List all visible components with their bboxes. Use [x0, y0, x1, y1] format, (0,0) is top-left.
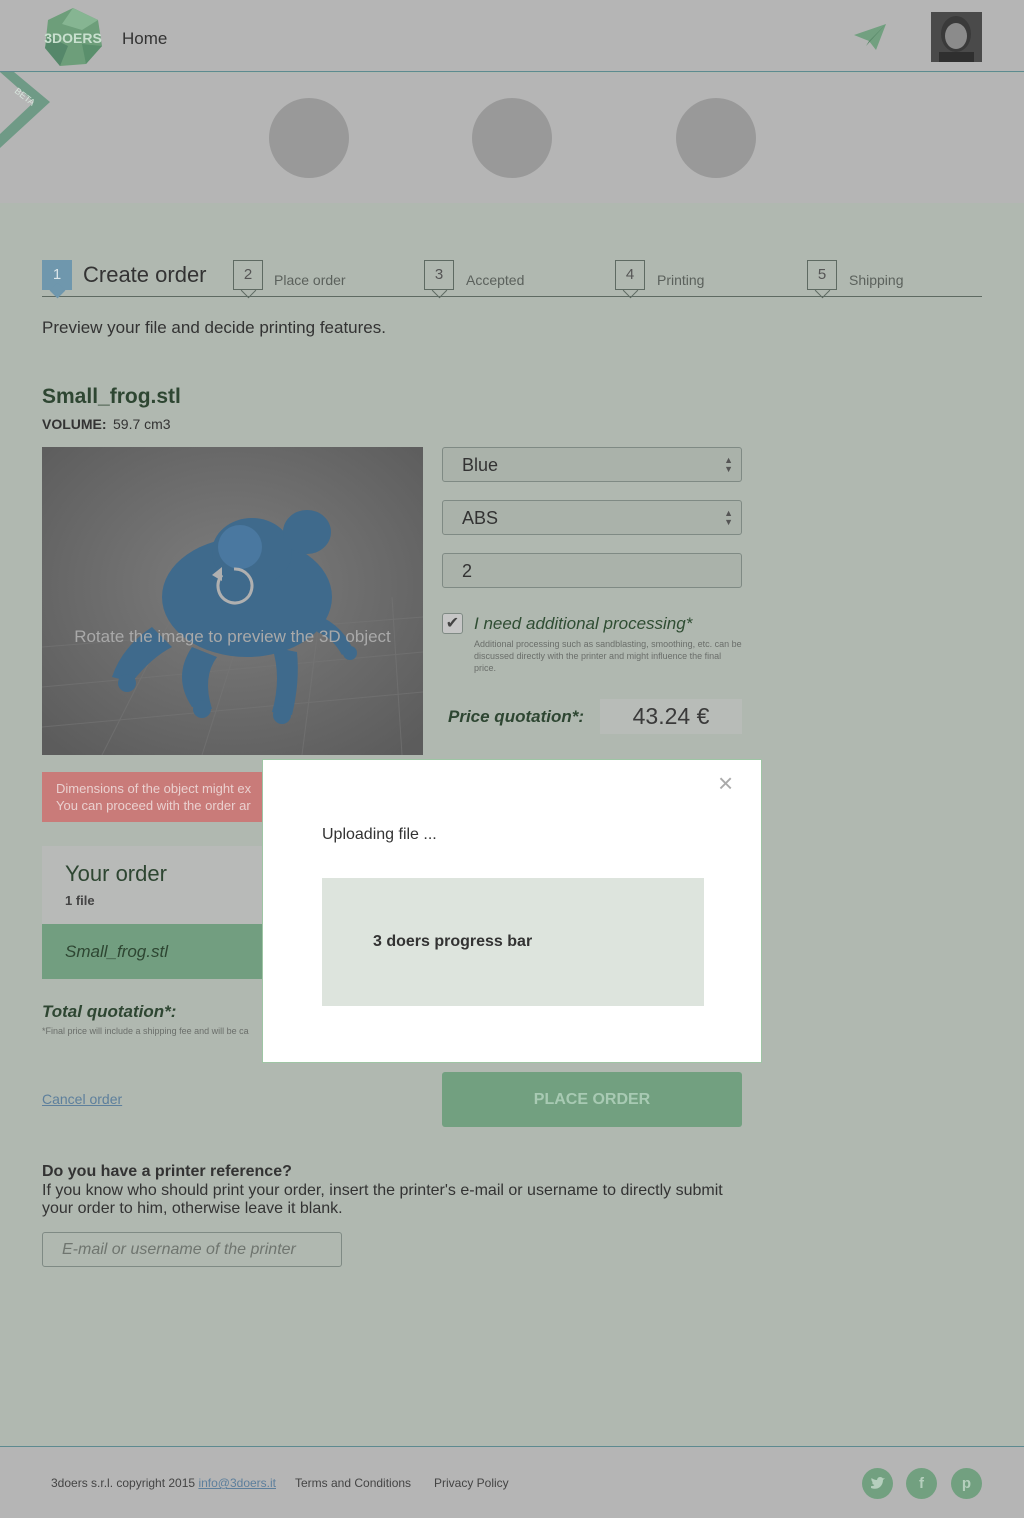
step-2-label: Place order	[274, 272, 346, 288]
close-icon[interactable]: ×	[718, 770, 733, 796]
checkmark-icon: ✔	[445, 615, 460, 632]
select-arrows-icon: ▲ ▼	[724, 508, 733, 527]
rotate-hint: Rotate the image to preview the 3D objec…	[74, 627, 391, 646]
warning-line: You can proceed with the order ar	[56, 798, 251, 813]
color-select[interactable]: Blue ▲ ▼	[442, 447, 742, 482]
order-title: Your order	[65, 861, 167, 886]
modal-title: Uploading file ...	[322, 826, 437, 843]
total-quotation-label: Total quotation*:	[42, 1002, 177, 1021]
logo[interactable]: 3DOERS	[42, 6, 104, 68]
email-link[interactable]: info@3doers.it	[198, 1476, 276, 1490]
upload-modal: × Uploading file ... 3 doers progress ba…	[262, 759, 762, 1063]
printer-reference-input[interactable]: E-mail or username of the printer	[42, 1232, 342, 1267]
step-5-label: Shipping	[849, 272, 904, 288]
select-arrows-icon: ▲ ▼	[724, 455, 733, 474]
logo-text: 3DOERS	[44, 30, 102, 46]
volume-label: VOLUME:	[42, 416, 107, 432]
step-5-number[interactable]: 5	[807, 260, 837, 290]
warning-line: Dimensions of the object might ex	[56, 781, 252, 796]
paper-plane-icon[interactable]	[852, 22, 888, 52]
site-header: 3DOERS Home	[0, 0, 1024, 72]
site-footer: 3doers s.r.l. copyright 2015 info@3doers…	[0, 1446, 1024, 1518]
step-3-label: Accepted	[466, 272, 525, 288]
step-4-label: Printing	[657, 272, 705, 288]
quantity-input[interactable]: 2	[442, 553, 742, 588]
step-3-number[interactable]: 3	[424, 260, 454, 290]
privacy-link[interactable]: Privacy Policy	[434, 1476, 509, 1490]
price-value: 43.24 €	[600, 699, 742, 734]
processing-note: Additional processing such as sandblasti…	[474, 639, 742, 673]
placeholder-circle	[472, 98, 552, 178]
upload-progress-bar: 3 doers progress bar	[322, 878, 704, 1006]
beta-ribbon: BETA	[0, 72, 60, 152]
twitter-icon[interactable]	[862, 1468, 893, 1499]
processing-checkbox[interactable]: ✔	[442, 613, 463, 634]
placeholder-circle	[269, 98, 349, 178]
terms-link[interactable]: Terms and Conditions	[295, 1476, 411, 1490]
place-order-button[interactable]: PLACE ORDER	[442, 1072, 742, 1127]
total-quotation-note: *Final price will include a shipping fee…	[42, 1026, 249, 1036]
quantity-value: 2	[462, 561, 473, 581]
user-avatar[interactable]	[931, 12, 982, 62]
step-2-number[interactable]: 2	[233, 260, 263, 290]
page-subtitle: Preview your file and decide printing fe…	[42, 318, 386, 337]
dimension-warning: Dimensions of the object might ex You ca…	[42, 772, 263, 822]
printer-reference-placeholder: E-mail or username of the printer	[62, 1241, 296, 1258]
order-file-count: 1 file	[65, 893, 95, 908]
order-file-row[interactable]: Small_frog.stl	[42, 924, 263, 979]
order-file-name: Small_frog.stl	[65, 942, 168, 961]
printer-reference-title: Do you have a printer reference?	[42, 1163, 292, 1180]
home-link[interactable]: Home	[122, 29, 167, 49]
material-select-value: ABS	[462, 508, 499, 528]
steps-divider	[42, 296, 982, 297]
file-title: Small_frog.stl	[42, 385, 181, 408]
progress-bar-label: 3 doers progress bar	[373, 933, 533, 950]
order-summary: Your order 1 file Small_frog.stl	[42, 846, 263, 979]
step-4-number[interactable]: 4	[615, 260, 645, 290]
pinterest-icon[interactable]: p	[951, 1468, 982, 1499]
cancel-order-link[interactable]: Cancel order	[42, 1091, 122, 1107]
step-1-number[interactable]: 1	[42, 260, 72, 290]
color-select-value: Blue	[462, 455, 499, 475]
printer-reference-description: If you know who should print your order,…	[42, 1182, 723, 1217]
material-select[interactable]: ABS ▲ ▼	[442, 500, 742, 535]
copyright: 3doers s.r.l. copyright 2015 info@3doers…	[51, 1476, 276, 1490]
volume-value: 59.7 cm3	[113, 416, 171, 432]
processing-label[interactable]: I need additional processing*	[474, 614, 692, 634]
step-1-label: Create order	[83, 262, 207, 287]
placeholder-circle	[676, 98, 756, 178]
model-viewer[interactable]: Rotate the image to preview the 3D objec…	[42, 447, 423, 755]
facebook-icon[interactable]: f	[906, 1468, 937, 1499]
price-label: Price quotation*:	[448, 707, 585, 726]
